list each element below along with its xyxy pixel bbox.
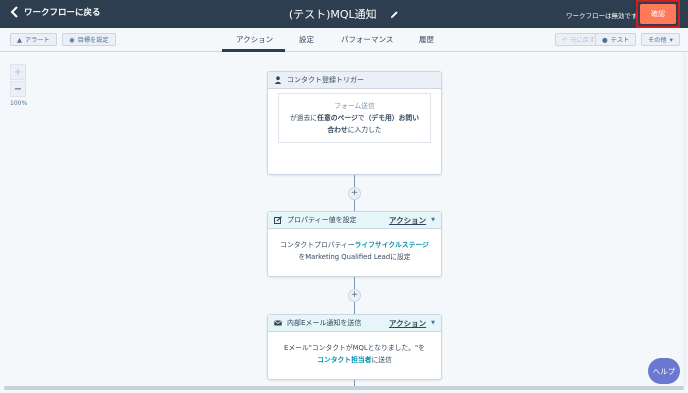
person-icon: ● [602,35,608,44]
more-label: その他 [648,37,667,44]
scrollbar-thumb[interactable] [4,386,684,390]
connector-line [354,379,355,386]
test-button[interactable]: ● テスト [595,33,637,46]
trigger-card-header: コンタクト登録トリガー [268,72,441,89]
alert-label: アラート [25,37,50,44]
tab-settings[interactable]: 設定 [299,34,314,45]
goal-label: 目標を設定 [77,37,109,44]
action-menu-link[interactable]: アクション [389,318,426,329]
criteria-type: フォーム送信 [334,102,375,110]
edit-icon [274,216,282,224]
more-dropdown[interactable]: その他 ▾ [641,33,680,46]
add-action-button[interactable]: + [348,289,361,302]
test-label: テスト [610,37,630,44]
enrollment-trigger-card[interactable]: コンタクト登録トリガー フォーム送信 が過去に任意のページで（デモ用）お問い合わ… [267,71,442,175]
review-button[interactable]: 確認 [640,4,676,24]
undo-label: 元に戻す [570,37,596,44]
criteria-text: が過去に [289,114,318,122]
action-card-header: プロパティー値を設定 アクション ▼ [268,212,441,229]
property-name: ライフサイクルステージ [354,241,429,249]
tab-performance[interactable]: パフォーマンス [341,34,393,45]
alert-button[interactable]: ▲ アラート [10,33,57,46]
review-button-highlight: 確認 [636,0,680,28]
target-icon: ◉ [69,35,75,44]
trigger-card-title: コンタクト登録トリガー [287,76,364,84]
action-card-header: 内部Eメール通知を送信 アクション ▼ [268,315,441,332]
caret-down-icon: ▼ [431,320,435,326]
criteria-description: が過去に任意のページで（デモ用）お問い合わせに入力した [287,112,422,136]
top-navigation-bar: ワークフローに戻る (テスト)MQL通知 ワークフローは無効です 確認 [0,0,688,28]
action-text: コンタクトプロパティー [280,241,355,249]
caret-down-icon: ▼ [431,217,435,223]
criteria-text: で [357,114,365,122]
recipient-name: コンタクト担当者 [317,356,372,364]
active-tab-indicator [222,49,285,52]
zoom-in-button[interactable]: + [10,64,26,80]
action-description: コンタクトプロパティーライフサイクルステージをMarketing Qualifi… [268,229,441,269]
zoom-out-button[interactable]: − [10,81,26,97]
help-button[interactable]: ヘルプ [648,358,680,384]
send-internal-email-action-card[interactable]: 内部Eメール通知を送信 アクション ▼ Eメール"コンタクトがMQLとなりました… [267,314,442,380]
set-goal-button[interactable]: ◉ 目標を設定 [62,33,116,46]
action-text: に送信 [371,356,392,364]
pencil-icon[interactable] [390,10,399,19]
tab-actions[interactable]: アクション [236,34,273,45]
workflow-toolbar: ▲ アラート ◉ 目標を設定 アクション 設定 パフォーマンス 履歴 ↶ 元に戻… [0,28,688,52]
action-text: Eメール"コンタクトがMQLとなりました。"を [284,344,425,352]
action-description: Eメール"コンタクトがMQLとなりました。"を コンタクト担当者に送信 [268,332,441,372]
set-property-action-card[interactable]: プロパティー値を設定 アクション ▼ コンタクトプロパティーライフサイクルステー… [267,211,442,277]
caret-down-icon: ▾ [669,35,673,44]
action-card-title: 内部Eメール通知を送信 [287,319,362,327]
action-card-title: プロパティー値を設定 [287,216,357,224]
warning-icon: ▲ [17,35,22,44]
workflow-status: ワークフローは無効です [566,12,638,20]
tab-history[interactable]: 履歴 [419,34,434,45]
criteria-page: 任意のページ [317,114,358,122]
envelope-icon [274,320,282,326]
vertical-scrollbar[interactable] [683,53,687,386]
action-menu-link[interactable]: アクション [389,215,426,226]
undo-icon: ↶ [562,35,568,44]
action-text: をMarketing Qualified Leadに設定 [298,253,411,261]
workflow-title-text: (テスト)MQL通知 [288,8,377,21]
zoom-level: 100% [10,100,28,107]
criteria-text: に入力した [347,126,382,134]
horizontal-scrollbar[interactable] [4,386,684,390]
person-icon [274,76,282,84]
add-action-button[interactable]: + [348,187,361,200]
trigger-criteria-box: フォーム送信 が過去に任意のページで（デモ用）お問い合わせに入力した [278,93,431,143]
